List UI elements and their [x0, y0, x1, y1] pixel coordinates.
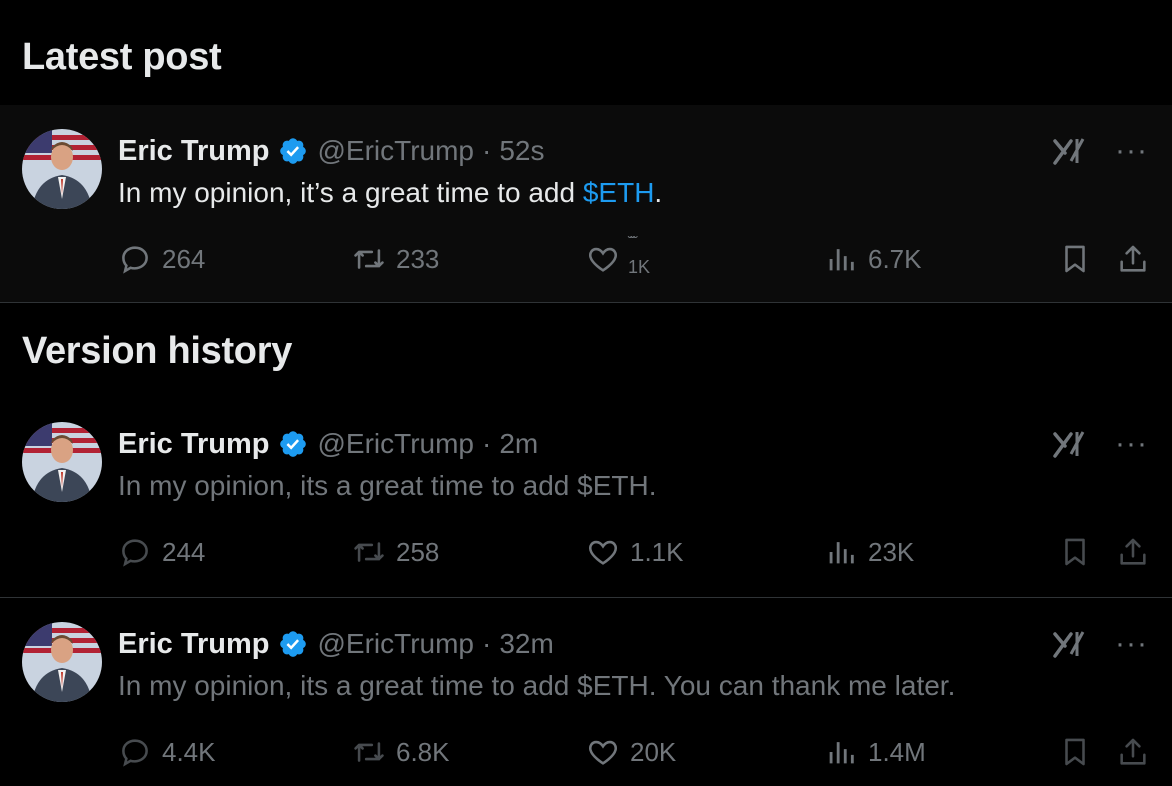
views-icon — [824, 535, 858, 569]
reply-button[interactable]: 244 — [118, 530, 205, 574]
share-button[interactable] — [1116, 730, 1150, 774]
repost-button[interactable]: 258 — [352, 530, 439, 574]
post-top-actions: ··· — [1051, 426, 1148, 462]
avatar[interactable] — [22, 422, 102, 502]
more-icon[interactable]: ··· — [1115, 429, 1148, 459]
like-button[interactable]: 20K — [586, 730, 676, 774]
author-name[interactable]: Eric Trump — [118, 428, 270, 461]
repost-button[interactable]: 6.8K — [352, 730, 450, 774]
repost-icon — [352, 242, 386, 276]
bookmark-button[interactable] — [1058, 530, 1092, 574]
bookmark-icon — [1058, 535, 1092, 569]
share-button[interactable] — [1116, 237, 1150, 281]
cashtag-link[interactable]: $ETH — [583, 177, 655, 208]
like-button[interactable]: 1.1K — [586, 530, 684, 574]
reply-count: 264 — [162, 243, 206, 274]
grok-icon[interactable] — [1051, 426, 1087, 462]
verified-badge-icon[interactable] — [278, 629, 308, 659]
reply-button[interactable]: 4.4K — [118, 730, 216, 774]
latest-post[interactable]: Eric Trump @EricTrump · 52s In my opinio… — [0, 105, 1172, 303]
share-icon — [1116, 735, 1150, 769]
author-name[interactable]: Eric Trump — [118, 135, 270, 168]
repost-icon — [352, 535, 386, 569]
author-name[interactable]: Eric Trump — [118, 628, 270, 661]
views-button[interactable]: 1.4M — [824, 730, 926, 774]
post-actions: 4.4K 6.8K 20K 1.4M — [118, 730, 1148, 774]
separator-dot: · — [482, 135, 492, 166]
avatar[interactable] — [22, 622, 102, 702]
reply-icon — [118, 535, 152, 569]
verified-badge-icon[interactable] — [278, 429, 308, 459]
separator-dot: · — [482, 628, 492, 659]
reply-button[interactable]: 264 — [118, 237, 205, 281]
repost-count: 6.8K — [396, 736, 450, 767]
post-time[interactable]: 2m — [499, 428, 538, 460]
reply-count: 244 — [162, 536, 206, 567]
heart-icon — [586, 242, 620, 276]
bookmark-icon — [1058, 242, 1092, 276]
like-count: 20K — [630, 736, 677, 767]
views-button[interactable]: 6.7K — [824, 237, 922, 281]
views-count: 6.7K — [868, 243, 922, 274]
history-post[interactable]: Eric Trump @EricTrump · 32m In my opinio… — [0, 598, 1172, 786]
reply-icon — [118, 242, 152, 276]
like-count: 1.1K — [630, 536, 684, 567]
post-top-actions: ··· — [1051, 626, 1148, 662]
post-time[interactable]: 52s — [499, 135, 544, 167]
share-icon — [1116, 535, 1150, 569]
more-icon[interactable]: ··· — [1115, 136, 1148, 166]
post-header: Eric Trump @EricTrump · 2m — [118, 426, 538, 462]
post-text: In my opinion, its a great time to add $… — [118, 670, 956, 701]
verified-badge-icon[interactable] — [278, 136, 308, 166]
share-icon — [1116, 242, 1150, 276]
heart-icon — [586, 535, 620, 569]
separator-dot: · — [482, 428, 492, 459]
repost-button[interactable]: 233 — [352, 237, 439, 281]
grok-icon[interactable] — [1051, 133, 1087, 169]
views-count: 23K — [868, 536, 915, 567]
version-history-heading: Version history — [22, 330, 293, 372]
heart-icon — [586, 735, 620, 769]
repost-count: 233 — [396, 243, 440, 274]
like-button[interactable]: 1K — [586, 233, 650, 281]
history-post[interactable]: Eric Trump @EricTrump · 2m In my opinion… — [0, 398, 1172, 598]
reply-count: 4.4K — [162, 736, 216, 767]
post-text-before: In my opinion, it’s a great time to add — [118, 177, 583, 208]
bookmark-button[interactable] — [1058, 237, 1092, 281]
post-text-after: . — [654, 177, 663, 208]
post-header: Eric Trump @EricTrump · 32m — [118, 626, 554, 662]
views-button[interactable]: 23K — [824, 530, 914, 574]
repost-count: 258 — [396, 536, 440, 567]
post-time[interactable]: 32m — [499, 628, 553, 660]
reply-icon — [118, 735, 152, 769]
bookmark-icon — [1058, 735, 1092, 769]
author-handle[interactable]: @EricTrump — [318, 628, 475, 660]
author-handle[interactable]: @EricTrump — [318, 428, 475, 460]
share-button[interactable] — [1116, 530, 1150, 574]
post-text: In my opinion, it’s a great time to add … — [118, 177, 662, 209]
post-text: In my opinion, its a great time to add $… — [118, 470, 657, 501]
post-header: Eric Trump @EricTrump · 52s — [118, 133, 545, 169]
bookmark-button[interactable] — [1058, 730, 1092, 774]
post-actions: 244 258 1.1K 23K — [118, 530, 1148, 574]
views-icon — [824, 735, 858, 769]
avatar[interactable] — [22, 129, 102, 209]
repost-icon — [352, 735, 386, 769]
latest-post-heading: Latest post — [22, 36, 222, 78]
post-top-actions: ··· — [1051, 133, 1148, 169]
like-count: 1K — [628, 233, 650, 278]
more-icon[interactable]: ··· — [1115, 629, 1148, 659]
post-actions: 264 233 1K 6.7K — [118, 233, 1150, 281]
views-count: 1.4M — [868, 736, 926, 767]
grok-icon[interactable] — [1051, 626, 1087, 662]
views-icon — [824, 242, 858, 276]
author-handle[interactable]: @EricTrump — [318, 135, 475, 167]
